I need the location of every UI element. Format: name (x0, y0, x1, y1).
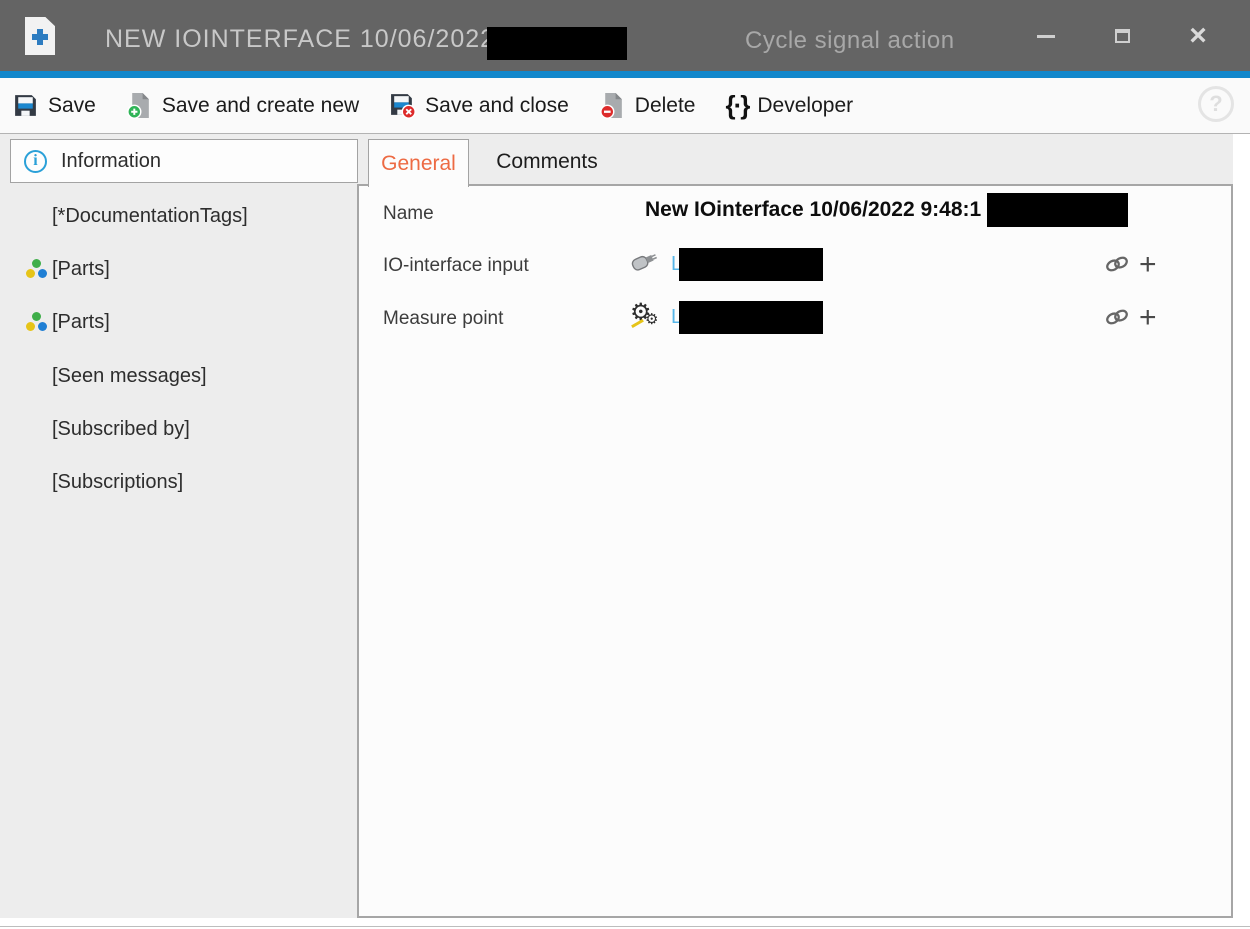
maximize-button[interactable] (1100, 18, 1144, 54)
delete-label: Delete (635, 94, 696, 118)
document-delete-icon (599, 92, 626, 119)
sidebar-item-documentationtags[interactable]: [*DocumentationTags] (0, 198, 357, 234)
sidebar-item-information[interactable]: i Information (10, 139, 358, 183)
io-connector-icon (628, 247, 660, 275)
sidebar-item-label: [*DocumentationTags] (52, 205, 248, 228)
save-floppy-icon (12, 92, 39, 119)
save-and-close-button[interactable]: Save and close (389, 92, 569, 119)
add-io-interface-button[interactable]: + (1139, 250, 1157, 280)
sidebar-item-label: [Subscribed by] (52, 418, 190, 441)
minimize-button[interactable] (1024, 18, 1068, 54)
name-value-field[interactable]: New IOinterface 10/06/2022 9:48:1 (645, 198, 981, 222)
sidebar-item-parts-2[interactable]: [Parts] (0, 304, 357, 340)
save-label: Save (48, 94, 96, 118)
info-icon: i (24, 150, 47, 173)
save-and-create-new-label: Save and create new (162, 94, 359, 118)
code-braces-icon: {·} (725, 90, 748, 121)
save-close-icon (389, 92, 416, 119)
maximize-icon (1115, 29, 1130, 43)
developer-label: Developer (757, 94, 853, 118)
window-bottom-edge (0, 926, 1250, 927)
sidebar-item-subscribed-by[interactable]: [Subscribed by] (0, 411, 357, 447)
parts-icon (26, 259, 48, 279)
redacted-measure-point-link (679, 301, 823, 334)
name-field-label: Name (383, 203, 434, 225)
sidebar-item-label: [Parts] (52, 311, 110, 334)
general-tab-panel (357, 184, 1233, 918)
link-icon[interactable] (1104, 251, 1130, 277)
titlebar: NEW IOINTERFACE 10/06/2022 9: Cycle sign… (0, 0, 1250, 71)
delete-button[interactable]: Delete (599, 92, 696, 119)
document-add-icon (126, 92, 153, 119)
io-interface-input-label: IO-interface input (383, 255, 529, 277)
sidebar-item-parts-1[interactable]: [Parts] (0, 251, 357, 287)
tab-general[interactable]: General (368, 139, 469, 187)
save-and-create-new-button[interactable]: Save and create new (126, 92, 359, 119)
window-title: NEW IOINTERFACE 10/06/2022 9: (105, 25, 526, 54)
sidebar-item-seen-messages[interactable]: [Seen messages] (0, 358, 357, 394)
redacted-name-value (987, 193, 1128, 227)
app-document-icon (25, 17, 55, 55)
redacted-io-interface-link (679, 248, 823, 281)
app-icon-plus (37, 29, 43, 45)
redacted-title-text (487, 27, 627, 60)
measure-point-label: Measure point (383, 308, 503, 330)
save-and-close-label: Save and close (425, 94, 569, 118)
gears-icon: ⚙ ⚙ (630, 302, 664, 334)
save-button[interactable]: Save (12, 92, 96, 119)
developer-button[interactable]: {·} Developer (725, 90, 853, 121)
tab-comments[interactable]: Comments (482, 139, 612, 185)
sidebar-item-subscriptions[interactable]: [Subscriptions] (0, 464, 357, 500)
link-icon[interactable] (1104, 304, 1130, 330)
parts-icon (26, 312, 48, 332)
minimize-icon (1037, 35, 1055, 38)
add-measure-point-button[interactable]: + (1139, 303, 1157, 333)
close-button[interactable]: × (1176, 18, 1220, 54)
accent-divider (0, 71, 1250, 78)
sidebar-item-label: [Subscriptions] (52, 471, 183, 494)
sidebar-item-label: [Seen messages] (52, 365, 207, 388)
help-icon[interactable]: ? (1198, 86, 1234, 122)
sidebar-item-label: Information (61, 150, 161, 173)
window-context-label: Cycle signal action (745, 27, 955, 55)
toolbar: Save Save and create new Save and close … (0, 78, 1250, 134)
sidebar-item-label: [Parts] (52, 258, 110, 281)
